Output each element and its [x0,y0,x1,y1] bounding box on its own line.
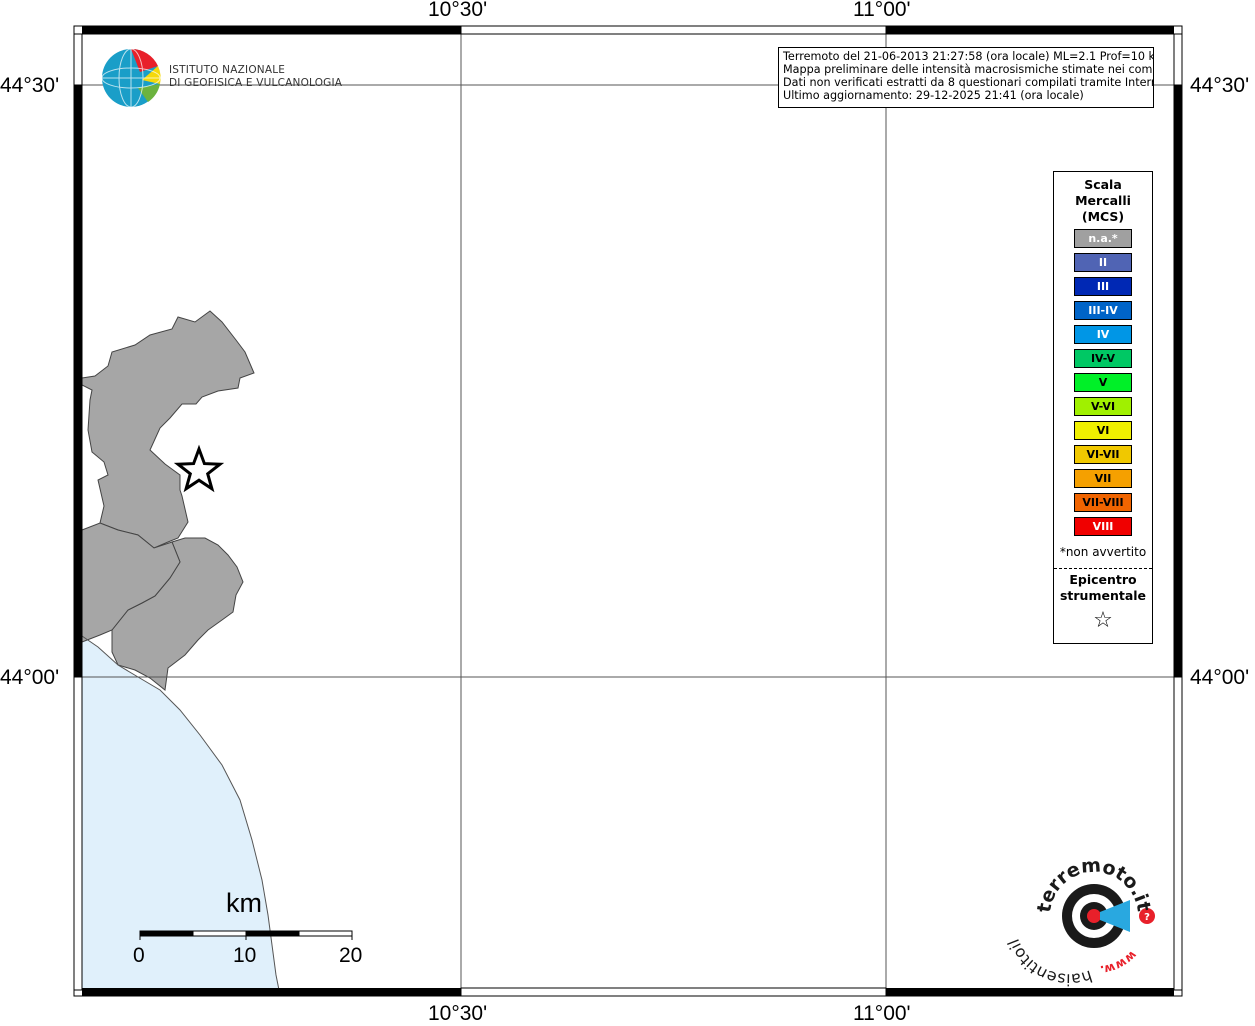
lat-label-right-1: 44°30' [1190,74,1250,97]
lat-label-left-1: 44°30' [0,74,60,97]
mcs-legend: Scala Mercalli (MCS) n.a.* II III III-IV IV I… [1053,171,1153,644]
scale-tick-0: 0 [133,944,145,967]
legend-epicenter-label: Epicentro strumentale [1054,572,1152,604]
scale-tick-20: 20 [339,944,363,967]
scale-tick-10: 10 [233,944,257,967]
legend-swatch: VIII [1074,517,1132,536]
lat-label-right-2: 44°00' [1190,666,1250,689]
svg-text:www.: www. [1099,948,1139,977]
legend-swatch: V [1074,373,1132,392]
legend-title-line: Mercalli [1075,193,1131,208]
ingv-line-1: ISTITUTO NAZIONALE [169,64,286,76]
info-line-1: Terremoto del 21-06-2013 21:27:58 (ora l… [783,50,1154,63]
lon-label-bottom-1: 10°30' [428,1002,488,1025]
legend-title-line: Scala [1084,177,1122,192]
legend-swatch: III [1074,277,1132,296]
lon-label-top-1: 10°30' [428,0,488,21]
legend-swatch: II [1074,253,1132,272]
legend-note: *non avvertito [1059,545,1147,559]
legend-separator [1054,568,1152,569]
scale-unit: km [226,888,262,918]
legend-title: Scala Mercalli (MCS) [1054,177,1152,225]
svg-text:terremoto.it: terremoto.it [1033,855,1155,915]
lat-label-left-2: 44°00' [0,666,60,689]
legend-swatch: VII-VIII [1074,493,1132,512]
epicenter-line: strumentale [1059,588,1147,603]
info-line-4: Ultimo aggiornamento: 29-12-2025 21:41 (… [783,89,1084,102]
legend-swatch: IV [1074,325,1132,344]
lon-label-top-2: 11°00' [853,0,911,21]
hsit-text-top: terremoto.it [1033,855,1155,915]
info-line-3: Dati non verificati estratti da 8 questi… [783,76,1154,89]
svg-text:haisentitoil: haisentitoil [1004,936,1095,989]
event-info-box: Terremoto del 21-06-2013 21:27:58 (ora l… [778,47,1154,108]
ingv-line-2: DI GEOFISICA E VULCANOLOGIA [169,77,343,89]
ingv-logo-text: ISTITUTO NAZIONALE DI GEOFISICA E VULCAN… [169,64,342,90]
legend-swatch: VI [1074,421,1132,440]
legend-title-line: (MCS) [1081,209,1125,224]
hsit-text-left: haisentitoil [1004,936,1095,989]
epicenter-line: Epicentro [1069,572,1137,587]
legend-star-icon: ☆ [1093,608,1113,633]
lon-label-bottom-2: 11°00' [853,1002,911,1025]
legend-swatch: III-IV [1074,301,1132,320]
hsit-text-bottom: www. [1099,948,1139,977]
legend-swatch: VI-VII [1074,445,1132,464]
legend-swatch: V-VI [1074,397,1132,416]
legend-swatch: VII [1074,469,1132,488]
legend-swatch: IV-V [1074,349,1132,368]
info-line-2: Mappa preliminare delle intensità macros… [783,63,1154,76]
legend-swatch: n.a.* [1074,229,1132,248]
